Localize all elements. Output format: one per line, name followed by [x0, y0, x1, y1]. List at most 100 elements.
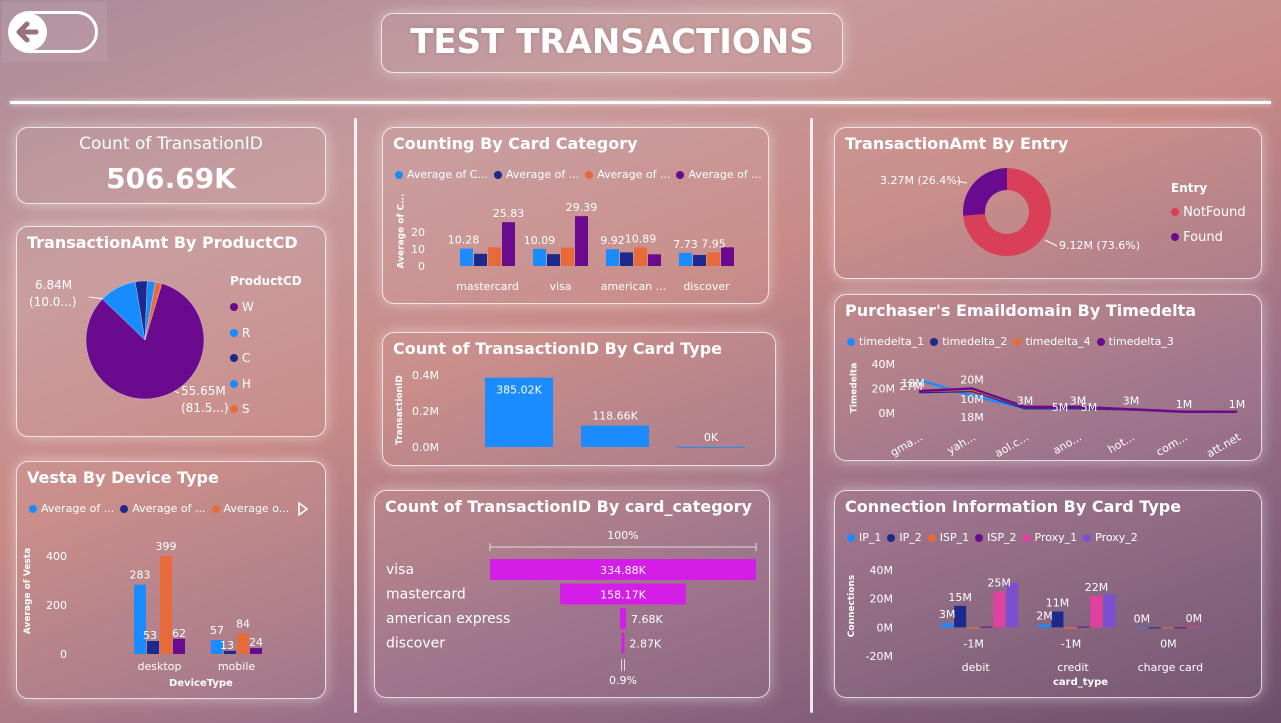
entry-legend-title: Entry	[1171, 181, 1208, 195]
data-label: 1M	[1176, 398, 1193, 411]
kpi-value: 506.69K	[106, 162, 236, 195]
x-tick-label: discover	[683, 280, 730, 293]
data-label: 3M	[939, 608, 956, 621]
bar	[707, 252, 720, 266]
funnel-category-label: mastercard	[386, 587, 466, 603]
kpi-card: Count of TransationID 506.69K	[16, 127, 326, 204]
legend-item-h[interactable]: H	[230, 372, 254, 398]
data-label: 7.68K	[631, 613, 663, 626]
x-tick-label: aol.c...	[993, 431, 1031, 460]
donut-label-found: 3.27M (26.4%)	[880, 174, 962, 187]
legend-item-w[interactable]: W	[230, 295, 254, 321]
data-label: 62	[172, 627, 186, 640]
bar	[941, 623, 954, 628]
connection-panel: Connection Information By Card Type IP_1…	[834, 490, 1262, 698]
bar	[1051, 611, 1064, 628]
kpi-title: Count of TransationID	[79, 134, 263, 154]
y-tick-label: 0.0M	[412, 441, 439, 454]
bar	[1038, 624, 1051, 628]
y-tick-label: 20M	[870, 593, 894, 606]
data-label: 0M	[1160, 637, 1177, 650]
title-panel: TEST TRANSACTIONS	[381, 13, 843, 73]
bar	[679, 252, 692, 266]
data-label: 29.39	[566, 201, 598, 214]
arrow-left-icon	[9, 13, 47, 51]
data-label: 2M	[1036, 609, 1053, 622]
legend-item-c[interactable]: C	[230, 346, 254, 372]
bar	[561, 247, 574, 266]
x-tick-label: hot...	[1106, 431, 1137, 457]
bar	[1090, 595, 1103, 628]
pie-label-big: 55.65M	[181, 384, 226, 398]
x-tick-label: gma...	[888, 431, 925, 460]
header-divider	[10, 101, 1271, 104]
bar	[1077, 626, 1090, 628]
bar	[237, 633, 249, 654]
bar	[620, 252, 633, 266]
bar	[1187, 626, 1200, 628]
bar	[993, 591, 1006, 628]
data-label: 27M	[899, 380, 923, 393]
donut-slice	[963, 168, 1007, 216]
data-label: 57	[210, 624, 224, 637]
x-tick-label: com...	[1154, 431, 1190, 459]
bar	[1174, 627, 1187, 629]
data-label: 10M	[960, 393, 984, 406]
data-label: 0M	[1134, 612, 1151, 625]
y-tick-label: 40M	[870, 564, 894, 577]
x-tick-label: mastercard	[456, 280, 519, 293]
bar	[1103, 594, 1116, 628]
funnel-panel: Count of TransactionID By card_category …	[374, 490, 770, 698]
data-label: 9.92	[600, 234, 625, 247]
y-tick-label: 40M	[872, 358, 896, 371]
bar	[488, 247, 501, 266]
data-label: 24	[249, 636, 263, 649]
email-panel: Purchaser's Emaildomain By Timedelta tim…	[834, 294, 1262, 461]
card-type-chart: 0.0M 0.2M 0.4M 385.02K 118.66K 0K	[412, 369, 745, 454]
funnel-bottom-pct: 0.9%	[609, 674, 637, 687]
vesta-panel: Vesta By Device Type Average of ... Aver…	[16, 461, 326, 699]
data-label: 0K	[704, 431, 719, 444]
legend-item-r[interactable]: R	[230, 321, 254, 347]
bar	[575, 216, 588, 266]
y-tick-label: 0.2M	[412, 405, 439, 418]
y-tick-label: 400	[46, 550, 67, 563]
y-tick-label: 0	[418, 260, 425, 273]
data-label: 0M	[1186, 612, 1203, 625]
back-button[interactable]	[2, 2, 107, 62]
column-divider-left	[354, 118, 357, 713]
x-tick-label: desktop	[138, 660, 182, 673]
data-label: 2.87K	[630, 638, 662, 651]
bar	[1064, 627, 1077, 629]
pie-label-big-pct: (81.5...)	[181, 401, 229, 415]
funnel-bar	[619, 608, 627, 629]
funnel-category-label: american express	[386, 611, 510, 627]
data-label: 5M	[1052, 401, 1069, 414]
y-tick-label: 10	[411, 243, 425, 256]
data-label: 158.17K	[600, 589, 646, 602]
data-label: 10.28	[448, 234, 480, 247]
data-label: 283	[130, 569, 151, 582]
data-label: 385.02K	[496, 384, 542, 397]
x-tick-label: credit	[1057, 661, 1089, 674]
bar	[502, 222, 515, 266]
legend-item-found[interactable]: Found	[1171, 225, 1246, 250]
data-label: 84	[236, 617, 250, 630]
x-tick-label: american ...	[601, 280, 667, 293]
bar	[173, 638, 185, 654]
bar	[1200, 626, 1213, 628]
legend-item-notfound[interactable]: NotFound	[1171, 200, 1246, 225]
bar	[134, 584, 146, 654]
bar	[474, 253, 487, 266]
donut-leader-notfound	[1044, 239, 1058, 247]
funnel-top-pct: 100%	[607, 529, 638, 542]
bar	[160, 556, 172, 654]
entry-panel: TransactionAmt By Entry 3.27M (26.4%) 9.…	[834, 127, 1262, 279]
x-tick-label: visa	[549, 280, 571, 293]
pie-label-small-pct: (10.0...)	[29, 295, 77, 309]
bar	[967, 627, 980, 629]
legend-item-s[interactable]: S	[230, 397, 254, 423]
data-label: -1M	[1061, 637, 1081, 650]
data-label: 3M	[1123, 394, 1140, 407]
x-tick-label: charge card	[1138, 661, 1203, 674]
